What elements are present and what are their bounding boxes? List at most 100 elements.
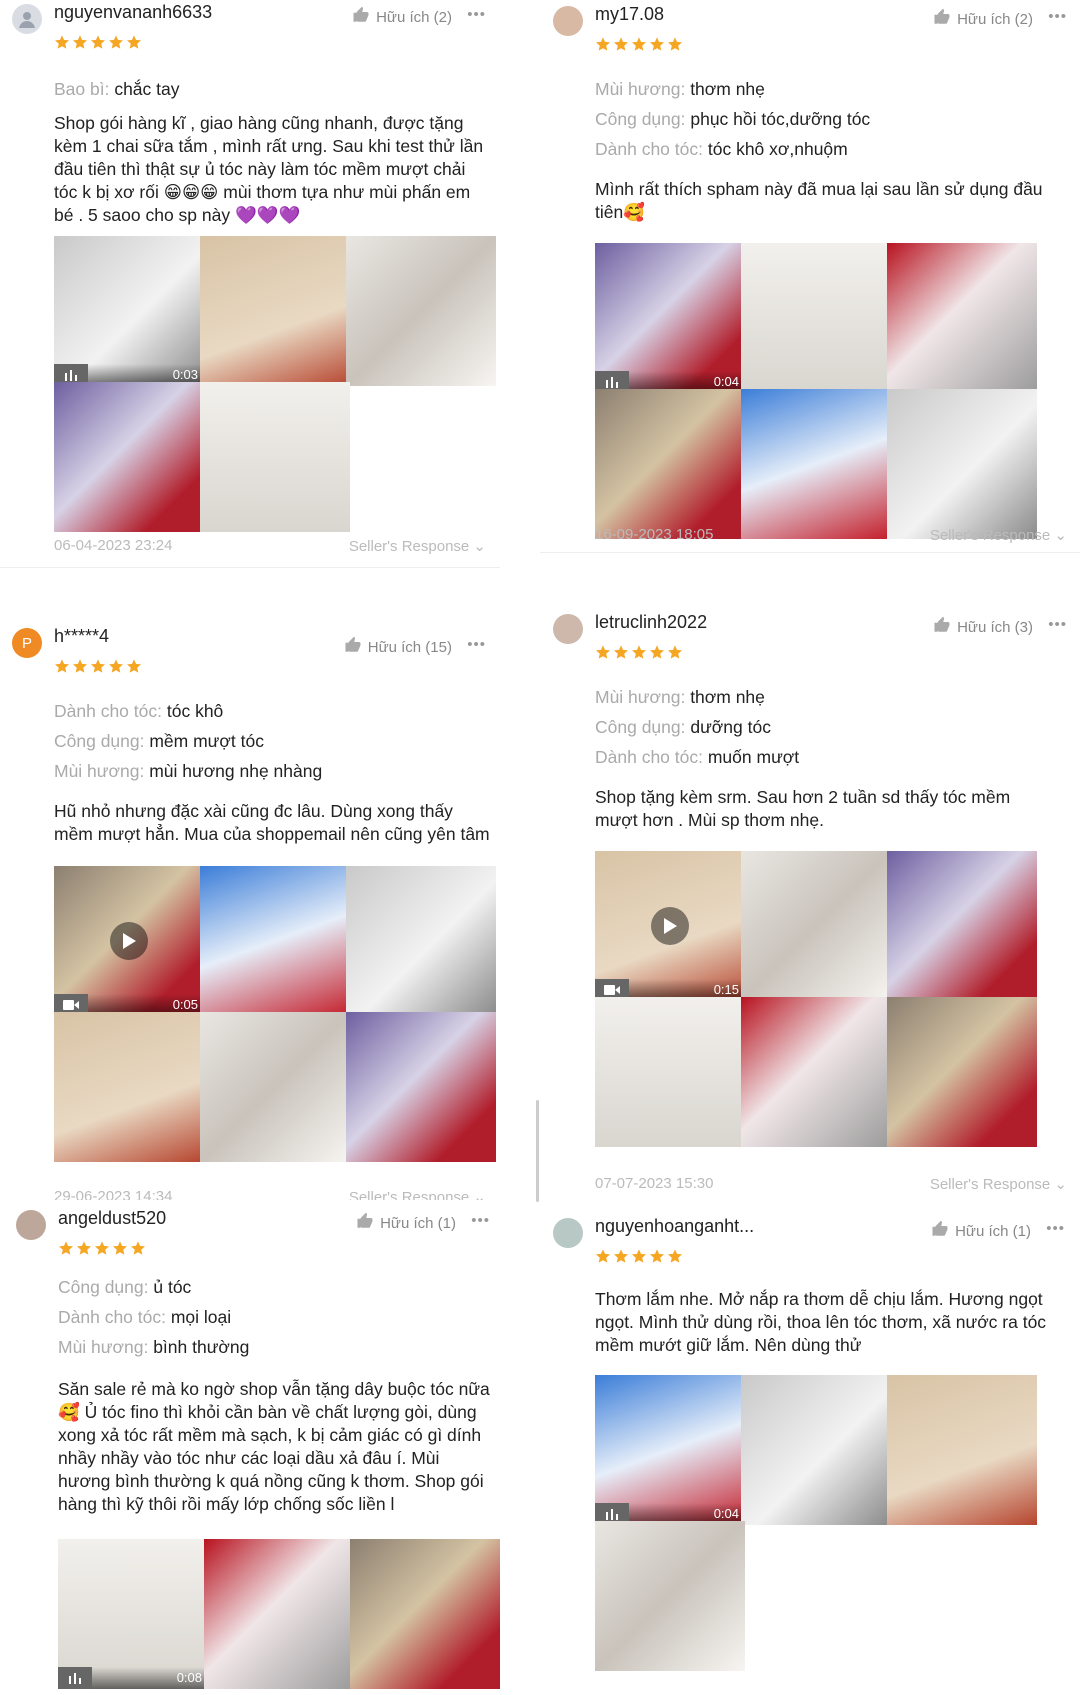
review-photo-thumbnail[interactable] [346,866,496,1016]
attribute-key: Dành cho tóc: [58,1307,171,1327]
review-photo-thumbnail[interactable] [887,389,1037,539]
video-duration: 0:04 [713,374,739,389]
review-date: 16-09-2023 18:05 [595,526,714,543]
helpful-button[interactable]: Hữu ích (3) [933,616,1033,638]
play-icon[interactable] [651,907,689,945]
seller-response-link[interactable]: Seller's Response ⌄ [930,526,1067,544]
review-photo-thumbnail[interactable] [200,382,350,532]
helpful-button[interactable]: Hữu ích (1) [356,1212,456,1234]
review-photo-thumbnail[interactable] [595,389,745,539]
review-photo-thumbnail[interactable] [741,389,891,539]
review-photo-thumbnail[interactable] [595,1521,745,1671]
attribute-key: Dành cho tóc: [595,139,708,159]
more-options-button[interactable]: ••• [467,6,486,23]
review-photo-thumbnail[interactable] [346,1012,496,1162]
review-video-thumbnail[interactable]: 0:05 [54,866,204,1016]
divider [0,567,500,568]
attribute-key: Công dụng: [595,717,691,737]
star-icon [108,34,124,50]
star-icon [595,1248,611,1264]
more-options-button[interactable]: ••• [471,1212,490,1229]
review-photo-thumbnail[interactable] [200,236,350,386]
avatar[interactable] [16,1210,46,1240]
play-icon[interactable] [110,922,148,960]
username[interactable]: my17.08 [595,4,664,25]
star-rating [54,34,142,50]
review-photo-thumbnail[interactable] [741,1375,891,1525]
attributes: Công dụng: ủ tóc Dành cho tóc: mọi loại Mù… [58,1272,249,1362]
attribute-row: Mùi hương: bình thường [58,1332,249,1362]
attribute-key: Mùi hương: [595,79,691,99]
star-icon [94,1240,110,1256]
star-icon [54,34,70,50]
review-date: 06-04-2023 23:24 [54,537,173,554]
attribute-value: chắc tay [114,79,180,99]
review-photo-thumbnail[interactable] [346,236,496,386]
seller-response-link[interactable]: Seller's Response ⌄ [349,537,486,555]
review-video-thumbnail[interactable]: 0:08 [58,1539,208,1689]
review-photo-thumbnail[interactable] [200,866,350,1016]
thumbs-up-icon [933,616,951,638]
avatar[interactable] [553,614,583,644]
star-icon [649,36,665,52]
review-video-thumbnail[interactable]: 0:15 [595,851,745,1001]
review-photo-thumbnail[interactable] [595,997,745,1147]
helpful-button[interactable]: Hữu ích (1) [931,1220,1031,1242]
review-photo-thumbnail[interactable] [350,1539,500,1689]
attribute-key: Mùi hương: [54,761,150,781]
avatar[interactable]: P [12,628,42,658]
avatar[interactable] [553,6,583,36]
review-text: Mình rất thích spham này đã mua lại sau … [595,179,1043,222]
attribute-value: mùi hương nhẹ nhàng [149,761,323,781]
helpful-button[interactable]: Hữu ích (2) [933,8,1033,30]
review-video-thumbnail[interactable]: 0:04 [595,243,745,393]
helpful-button[interactable]: Hữu ích (2) [352,6,452,28]
seller-response-link[interactable]: Seller's Response ⌄ [930,1175,1067,1193]
more-options-button[interactable]: ••• [1048,8,1067,25]
helpful-label: Hữu ích (2) [376,8,452,26]
review-photo-thumbnail[interactable] [887,1375,1037,1525]
attribute-row: Công dụng: ủ tóc [58,1272,249,1302]
username[interactable]: nguyenhoanganht... [595,1216,754,1237]
star-icon [631,1248,647,1264]
username[interactable]: angeldust520 [58,1208,166,1229]
review-photo-thumbnail[interactable] [54,382,204,532]
star-icon [54,658,70,674]
avatar[interactable] [12,4,42,34]
attribute-row: Mùi hương: thơm nhẹ [595,74,870,104]
review-text: Shop gói hàng kĩ , giao hàng cũng nhanh,… [54,113,484,225]
attribute-value: tóc khô [166,701,224,721]
review-photo-thumbnail[interactable] [741,997,891,1147]
helpful-label: Hữu ích (2) [957,10,1033,28]
seller-response-link[interactable]: Seller's Response ⌄ [349,1188,486,1200]
review-photo-thumbnail[interactable] [887,997,1037,1147]
review-photo-thumbnail[interactable] [54,1012,204,1162]
review-photo-thumbnail[interactable] [200,1012,350,1162]
review-video-thumbnail[interactable]: 0:04 [595,1375,745,1525]
review-photo-thumbnail[interactable] [741,851,891,1001]
default-user-icon [19,12,35,28]
avatar[interactable] [553,1218,583,1248]
attributes: Dành cho tóc: tóc khô Công dụng: mềm mượt… [54,696,322,786]
review-video-thumbnail[interactable]: 0:03 [54,236,204,386]
review-text: Shop tặng kèm srm. Sau hơn 2 tuần sd thấ… [595,787,1011,830]
review-photo-thumbnail[interactable] [204,1539,354,1689]
more-options-button[interactable]: ••• [467,636,486,653]
helpful-label: Hữu ích (3) [957,618,1033,636]
star-icon [126,34,142,50]
more-options-button[interactable]: ••• [1048,616,1067,633]
star-icon [649,644,665,660]
helpful-button[interactable]: Hữu ích (15) [344,636,452,658]
star-icon [126,658,142,674]
review-photo-thumbnail[interactable] [887,851,1037,1001]
review-photo-thumbnail[interactable] [887,243,1037,393]
attribute-row: Mùi hương: mùi hương nhẹ nhàng [54,756,322,786]
more-options-button[interactable]: ••• [1046,1220,1065,1237]
username[interactable]: nguyenvananh6633 [54,2,212,23]
username[interactable]: h*****4 [54,626,109,647]
review-photo-thumbnail[interactable] [741,243,891,393]
attribute-row: Mùi hương: thơm nhẹ [595,682,799,712]
star-icon [72,658,88,674]
scrollbar[interactable] [536,1100,539,1202]
username[interactable]: letruclinh2022 [595,612,707,633]
